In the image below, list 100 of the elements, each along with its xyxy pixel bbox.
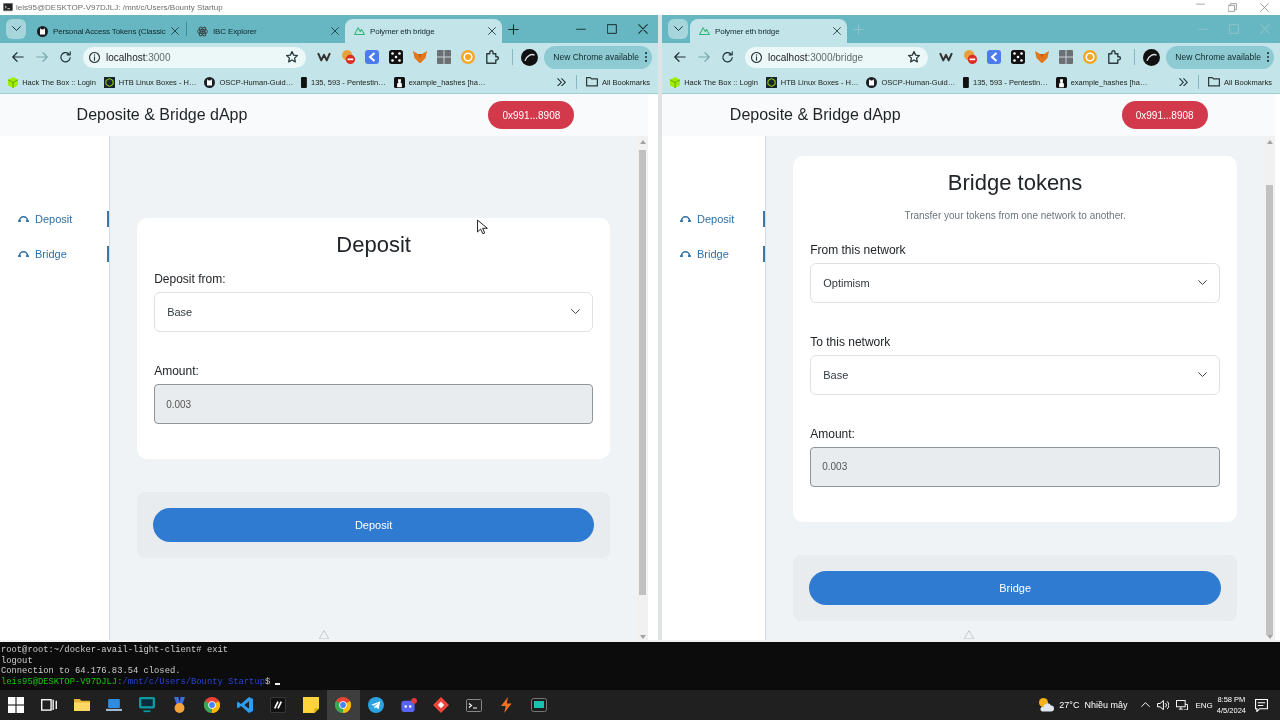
chevron-down-icon xyxy=(571,309,580,315)
action-button[interactable]: Bridge xyxy=(809,570,1221,605)
chevron-down-icon xyxy=(1198,279,1207,286)
mountain-icon xyxy=(699,27,710,35)
paper-plane-icon xyxy=(367,697,384,713)
close-icon[interactable] xyxy=(488,27,496,35)
dice-icon[interactable] xyxy=(1011,50,1026,64)
atom-icon xyxy=(197,25,208,37)
weather-widget[interactable]: 27°C Nhiều mây xyxy=(1039,698,1128,712)
notification-icon[interactable] xyxy=(1255,698,1268,712)
amount-field[interactable]: 0.003 xyxy=(154,384,593,424)
browser-tab[interactable]: Polymer eth bridge xyxy=(345,19,502,43)
fox-icon[interactable] xyxy=(413,50,428,64)
diamond-icon xyxy=(433,697,450,713)
dropdown[interactable]: Optimism xyxy=(810,262,1220,303)
segmented-circle-icon xyxy=(335,697,352,713)
close-icon[interactable] xyxy=(1259,3,1269,12)
chevron-down-icon xyxy=(673,26,683,32)
figure-tile-icon xyxy=(393,76,405,88)
more-icon[interactable] xyxy=(1266,52,1269,62)
close-icon[interactable] xyxy=(833,27,841,35)
address-bar[interactable]: localhost:3000/bridge xyxy=(745,46,929,68)
close-icon[interactable] xyxy=(171,27,179,35)
language-indicator[interactable]: ENG xyxy=(1195,700,1213,710)
medal-icon xyxy=(174,697,186,713)
laptop-icon xyxy=(106,698,123,712)
scrollbar[interactable] xyxy=(1264,136,1275,640)
puzzle-piece-icon[interactable] xyxy=(485,50,499,64)
back-arrow-icon[interactable] xyxy=(674,51,686,62)
close-icon[interactable] xyxy=(637,24,648,34)
terminal-line: logout xyxy=(1,655,33,666)
puzzle-piece-icon[interactable] xyxy=(1107,50,1121,64)
browser-tab[interactable]: Personal Access Tokens (Classic xyxy=(28,19,185,43)
speaker-icon[interactable] xyxy=(1157,699,1170,711)
windows-logo-icon xyxy=(8,697,25,713)
fox-icon[interactable] xyxy=(1035,50,1050,64)
reload-icon[interactable] xyxy=(60,51,72,63)
star-icon[interactable] xyxy=(908,51,921,63)
taskbar-button[interactable] xyxy=(326,690,360,720)
field-label: Deposit from: xyxy=(154,272,227,286)
triangle-icon xyxy=(963,629,974,639)
back-arrow-icon[interactable] xyxy=(12,51,24,62)
double-chevron-icon[interactable] xyxy=(557,77,567,87)
update-button[interactable]: New Chrome available xyxy=(1166,45,1274,69)
update-button[interactable]: New Chrome available xyxy=(544,45,652,69)
cat-icon xyxy=(866,76,878,88)
more-icon[interactable] xyxy=(644,52,647,62)
ribbon-icon xyxy=(237,697,254,713)
text-cursor-icon xyxy=(275,683,281,685)
no-entry-icon[interactable] xyxy=(341,50,355,64)
plus-icon[interactable] xyxy=(508,23,519,35)
terminal-line: leis95@DESKTOP-V97DJLJ:/mnt/c/Users/Bounty Startup$ xyxy=(1,676,271,687)
headphones-icon xyxy=(18,215,29,223)
info-icon[interactable] xyxy=(751,51,762,63)
caret-up-icon[interactable] xyxy=(1141,702,1151,708)
wallet-button[interactable]: 0x991...8908 xyxy=(1121,101,1208,129)
address-bar[interactable]: localhost:3000 xyxy=(83,46,307,68)
folder-icon xyxy=(1208,77,1221,87)
maximize-icon[interactable] xyxy=(606,24,617,34)
field-label: To this network xyxy=(810,334,892,349)
zigzag-icon[interactable] xyxy=(317,52,332,62)
dice-icon[interactable] xyxy=(389,50,404,64)
bolt-icon xyxy=(501,697,512,713)
app-title: Deposite & Bridge dApp xyxy=(729,106,901,124)
cube-icon xyxy=(8,76,19,88)
figure-tile-icon xyxy=(1055,76,1067,88)
dropdown[interactable]: Base xyxy=(810,354,1220,395)
zigzag-icon[interactable] xyxy=(939,52,954,62)
mountain-icon xyxy=(354,27,365,35)
browser-tab[interactable]: Polymer eth bridge xyxy=(690,19,847,43)
profile-avatar-icon[interactable] xyxy=(1143,48,1161,66)
browser-tab[interactable]: IBC Explorer xyxy=(188,19,345,43)
minimize-icon[interactable] xyxy=(575,27,586,31)
grid-tile-icon[interactable] xyxy=(437,50,452,64)
app-title: Deposite & Bridge dApp xyxy=(76,106,248,124)
tab-search-button[interactable] xyxy=(6,19,26,39)
scrollbar[interactable] xyxy=(637,136,648,640)
dropdown[interactable]: Base xyxy=(154,292,593,332)
window-title: leis95@DESKTOP-V97DJLJ: /mnt/c/Users/Bounty Startup xyxy=(16,3,223,12)
no-entry-icon[interactable] xyxy=(963,50,977,64)
info-icon[interactable] xyxy=(89,51,100,63)
action-button[interactable]: Deposit xyxy=(153,508,594,542)
headphones-icon xyxy=(680,250,691,258)
sticky-note-icon xyxy=(302,697,319,713)
network-icon[interactable] xyxy=(1176,699,1189,711)
scrollbar-thumb[interactable] xyxy=(639,150,646,595)
profile-avatar-icon[interactable] xyxy=(521,48,539,66)
chevron-tile-icon[interactable] xyxy=(365,50,380,64)
star-icon[interactable] xyxy=(286,51,299,63)
reload-icon[interactable] xyxy=(722,51,734,63)
amount-field[interactable]: 0.003 xyxy=(810,446,1220,487)
close-icon[interactable] xyxy=(331,27,339,35)
tab-search-button[interactable] xyxy=(668,19,688,39)
wallet-button[interactable]: 0x991...8908 xyxy=(488,101,575,129)
chevron-tile-icon[interactable] xyxy=(987,50,1002,64)
grid-tile-icon[interactable] xyxy=(1059,50,1074,64)
double-chevron-icon[interactable] xyxy=(1179,77,1189,87)
terminal-icon xyxy=(465,698,482,712)
scrollbar-thumb[interactable] xyxy=(1266,185,1273,635)
field-label: Amount: xyxy=(810,426,856,441)
